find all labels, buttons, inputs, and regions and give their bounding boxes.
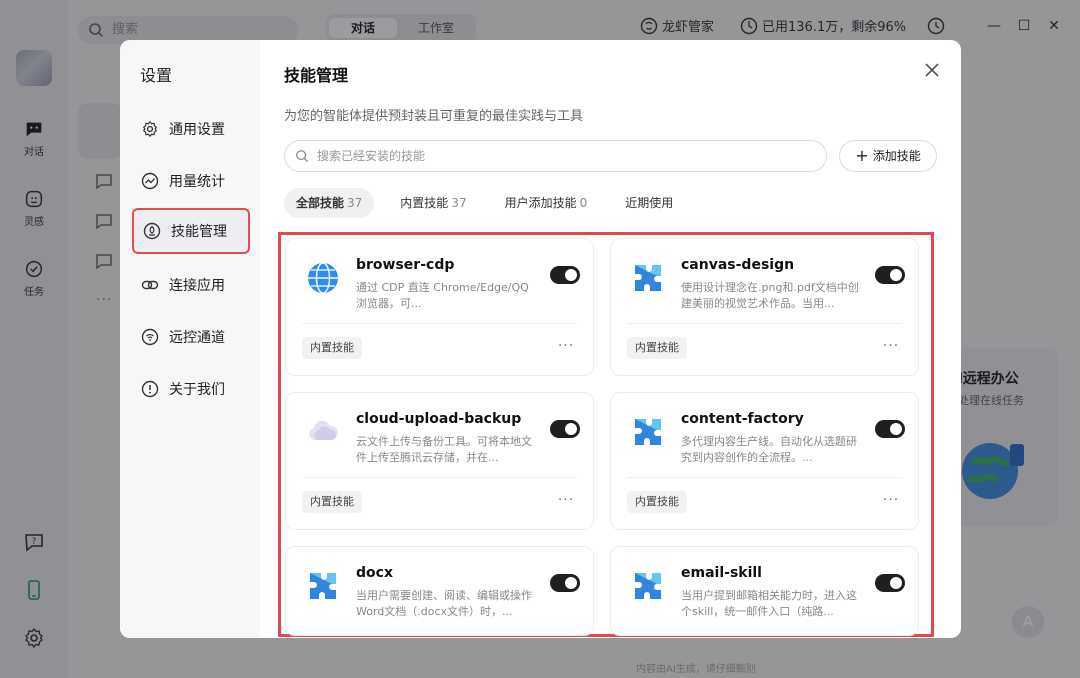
skill-toggle[interactable]: [875, 266, 905, 284]
skill-toggle[interactable]: [550, 420, 580, 438]
nav-connect-apps[interactable]: 连接应用: [132, 262, 250, 308]
card-divider: [627, 323, 902, 324]
tab-builtin-skills[interactable]: 内置技能 37: [388, 188, 478, 218]
puzzle-icon: [635, 419, 661, 445]
link-icon: [141, 280, 159, 290]
cloud-icon: [309, 420, 338, 440]
globe-icon: [308, 262, 338, 294]
settings-modal: 设置 通用设置 用量统计 技能管理 连接应用 远控通道 关于我们 技能管理 为您…: [120, 40, 961, 638]
skill-card[interactable]: email-skill 当用户提到邮箱相关能力时，进入这个skill，统一邮件入…: [610, 546, 919, 636]
close-icon[interactable]: [920, 58, 944, 82]
skill-name: docx: [356, 565, 393, 581]
skill-card[interactable]: cloud-upload-backup 云文件上传与备份工具。可将本地文件上传至…: [285, 392, 594, 530]
skill-icon: [143, 222, 161, 240]
settings-sidebar: 设置 通用设置 用量统计 技能管理 连接应用 远控通道 关于我们: [120, 40, 260, 638]
skill-search-input[interactable]: 搜索已经安装的技能: [284, 140, 827, 172]
tab-recent[interactable]: 近期使用: [613, 188, 685, 218]
skill-description: 多代理内容生产线。自动化从选题研究到内容创作的全流程。...: [681, 435, 857, 464]
tab-label: 近期使用: [625, 196, 674, 210]
skill-description: 云文件上传与备份工具。可将本地文件上传至腾讯云存储，并在...: [356, 435, 532, 464]
skill-tabs: 全部技能 37 内置技能 37 用户添加技能 0 近期使用: [284, 188, 699, 218]
skill-badge: 内置技能: [302, 337, 362, 359]
puzzle-icon: [635, 265, 661, 291]
more-options-icon[interactable]: ···: [879, 491, 903, 513]
card-divider: [302, 323, 577, 324]
tab-user-skills[interactable]: 用户添加技能 0: [493, 188, 600, 218]
tab-all-skills[interactable]: 全部技能 37: [284, 188, 375, 218]
tab-count: 37: [451, 196, 467, 210]
tab-count: 37: [347, 196, 363, 210]
skill-name: cloud-upload-backup: [356, 411, 522, 427]
puzzle-icon: [635, 573, 661, 599]
skill-description: 通过 CDP 直连 Chrome/Edge/QQ浏览器，可...: [356, 281, 529, 310]
chart-icon: [141, 172, 159, 190]
skill-description: 当用户需要创建、阅读、编辑或操作Word文档（.docx文件）时，...: [356, 589, 532, 618]
skill-name: content-factory: [681, 411, 804, 427]
info-icon: [141, 380, 159, 398]
nav-about-us[interactable]: 关于我们: [132, 366, 250, 412]
skill-badge: 内置技能: [627, 491, 687, 513]
skill-name: canvas-design: [681, 257, 795, 273]
settings-title: 设置: [140, 66, 173, 85]
search-icon: [296, 150, 309, 163]
tab-label: 内置技能: [400, 196, 449, 210]
skill-toggle[interactable]: [875, 420, 905, 438]
nav-usage-stats[interactable]: 用量统计: [132, 158, 250, 204]
skill-card[interactable]: docx 当用户需要创建、阅读、编辑或操作Word文档（.docx文件）时，..…: [285, 546, 594, 636]
search-placeholder: 搜索已经安装的技能: [317, 149, 426, 163]
skill-name: browser-cdp: [356, 257, 455, 273]
tab-count: 0: [579, 196, 588, 210]
skill-description: 当用户提到邮箱相关能力时，进入这个skill，统一邮件入口（纯路...: [681, 589, 857, 618]
card-divider: [302, 477, 577, 478]
nav-skill-management[interactable]: 技能管理: [132, 208, 250, 254]
nav-label: 连接应用: [169, 278, 225, 294]
skill-card[interactable]: content-factory 多代理内容生产线。自动化从选题研究到内容创作的全…: [610, 392, 919, 530]
more-options-icon[interactable]: ···: [879, 337, 903, 359]
nav-label: 技能管理: [171, 224, 227, 240]
more-options-icon[interactable]: ···: [554, 337, 578, 359]
skill-card[interactable]: canvas-design 使用设计理念在.png和.pdf文档中创建美丽的视觉…: [610, 238, 919, 376]
puzzle-icon: [310, 573, 336, 599]
tab-label: 用户添加技能: [504, 196, 577, 210]
skill-badge: 内置技能: [302, 491, 362, 513]
nav-remote-channel[interactable]: 远控通道: [132, 314, 250, 360]
gear-icon: [142, 120, 158, 138]
nav-general-settings[interactable]: 通用设置: [132, 106, 250, 152]
nav-label: 通用设置: [169, 122, 225, 138]
nav-label: 关于我们: [169, 382, 225, 398]
nav-label: 远控通道: [169, 330, 225, 346]
add-skill-label: 添加技能: [872, 149, 921, 163]
page-description: 为您的智能体提供预封装且可重复的最佳实践与工具: [284, 109, 584, 124]
add-skill-button[interactable]: + 添加技能: [839, 140, 937, 172]
skill-badge: 内置技能: [627, 337, 687, 359]
tab-label: 全部技能: [296, 196, 345, 210]
skill-name: email-skill: [681, 565, 762, 581]
page-title: 技能管理: [284, 66, 349, 85]
nav-label: 用量统计: [169, 174, 225, 190]
card-divider: [627, 477, 902, 478]
skill-card[interactable]: browser-cdp 通过 CDP 直连 Chrome/Edge/QQ浏览器，…: [285, 238, 594, 376]
remote-icon: [141, 328, 159, 346]
plus-icon: +: [855, 146, 869, 165]
skill-toggle[interactable]: [550, 574, 580, 592]
more-options-icon[interactable]: ···: [554, 491, 578, 513]
skill-toggle[interactable]: [875, 574, 905, 592]
skill-description: 使用设计理念在.png和.pdf文档中创建美丽的视觉艺术作品。当用...: [681, 281, 859, 310]
skill-toggle[interactable]: [550, 266, 580, 284]
